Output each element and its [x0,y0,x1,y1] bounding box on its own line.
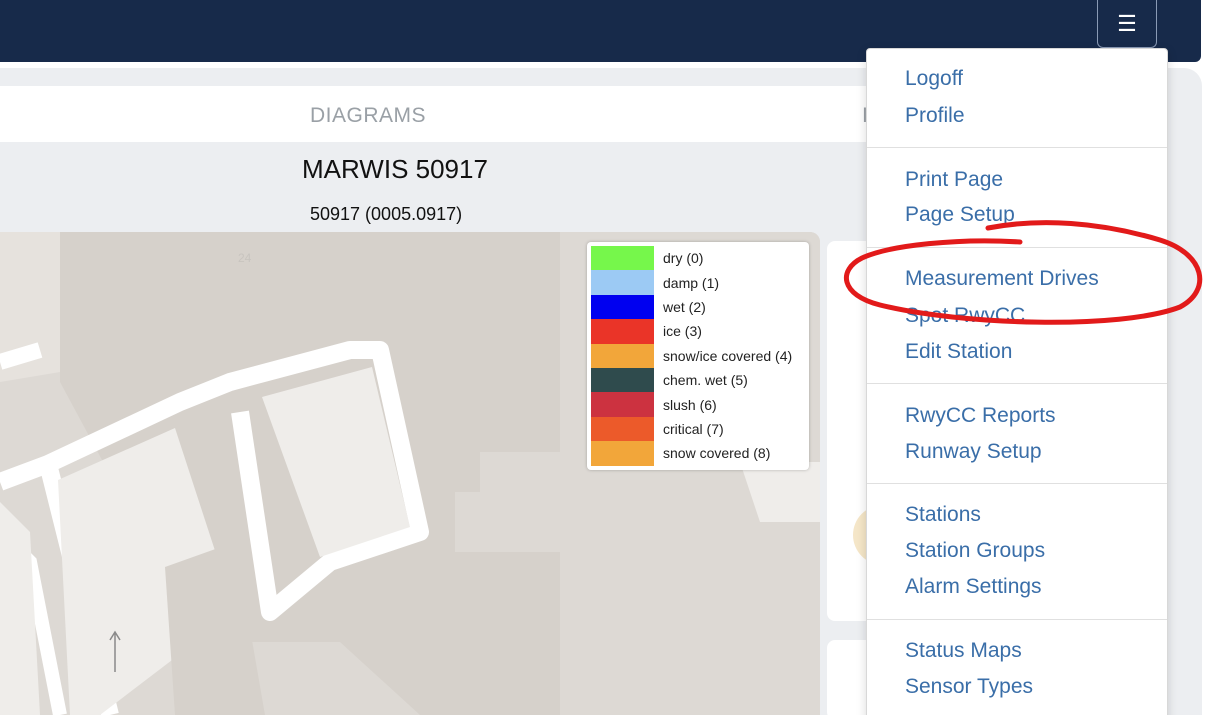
tab-diagrams[interactable]: DIAGRAMS [310,104,426,128]
menu-item-edit-station[interactable]: Edit Station [905,340,1012,364]
legend-row: snow covered (8) [591,441,805,466]
menu-item-profile[interactable]: Profile [905,104,965,128]
legend-swatch [591,270,654,295]
station-subtitle: 50917 (0005.0917) [310,204,463,224]
menu-item-print-page[interactable]: Print Page [905,168,1003,192]
legend-row: chem. wet (5) [591,367,805,393]
menu-item-logoff[interactable]: Logoff [905,67,963,91]
menu-divider [867,147,1167,148]
menu-item-runway-setup[interactable]: Runway Setup [905,440,1042,464]
legend-label: chem. wet (5) [663,372,748,389]
menu-item-spot-rwycc[interactable]: Spot RwyCC [905,304,1025,328]
legend-label: ice (3) [663,323,702,340]
legend-row: dry (0) [591,246,805,271]
menu-divider [867,483,1167,484]
legend-swatch [591,246,654,271]
menu-item-stations[interactable]: Stations [905,503,981,527]
menu-divider [867,619,1167,620]
legend-swatch [591,367,654,393]
map-road-label: 24 [238,251,252,265]
legend-swatch [591,416,654,442]
menu-divider [867,383,1167,384]
legend-label: snow covered (8) [663,445,771,462]
menu-divider [867,247,1167,248]
legend-label: critical (7) [663,420,724,437]
menu-item-rwycc-reports[interactable]: RwyCC Reports [905,404,1056,428]
legend-swatch [591,319,654,344]
menu-item-station-groups[interactable]: Station Groups [905,539,1045,563]
legend-swatch [591,392,654,417]
road-condition-legend: dry (0) damp (1) wet (2) ice (3) snow/ice co… [587,242,809,470]
legend-row: critical (7) [591,416,805,442]
legend-row: damp (1) [591,270,805,295]
legend-label: slush (6) [663,396,717,413]
legend-label: damp (1) [663,274,720,291]
legend-label: dry (0) [663,250,704,267]
legend-row: slush (6) [591,392,805,417]
hamburger-icon: ☰ [1117,10,1137,36]
menu-item-page-setup[interactable]: Page Setup [905,203,1015,227]
legend-label: wet (2) [663,298,706,315]
legend-row: snow/ice covered (4) [591,343,805,368]
tab-bar [0,86,880,142]
menu-item-status-maps[interactable]: Status Maps [905,639,1022,663]
legend-swatch [591,441,654,466]
hamburger-menu-button[interactable]: ☰ [1097,0,1157,48]
legend-row: wet (2) [591,294,805,320]
legend-label: snow/ice covered (4) [663,347,793,364]
legend-row: ice (3) [591,319,805,344]
menu-item-sensor-types[interactable]: Sensor Types [905,675,1033,699]
legend-swatch [591,294,654,320]
station-title: MARWIS 50917 [302,154,488,184]
menu-item-measurement-drives[interactable]: Measurement Drives [905,267,1099,291]
menu-item-alarm-settings[interactable]: Alarm Settings [905,575,1042,599]
dropdown-menu: Logoff Profile Print Page Page Setup Mea… [866,48,1168,715]
legend-swatch [591,343,654,368]
